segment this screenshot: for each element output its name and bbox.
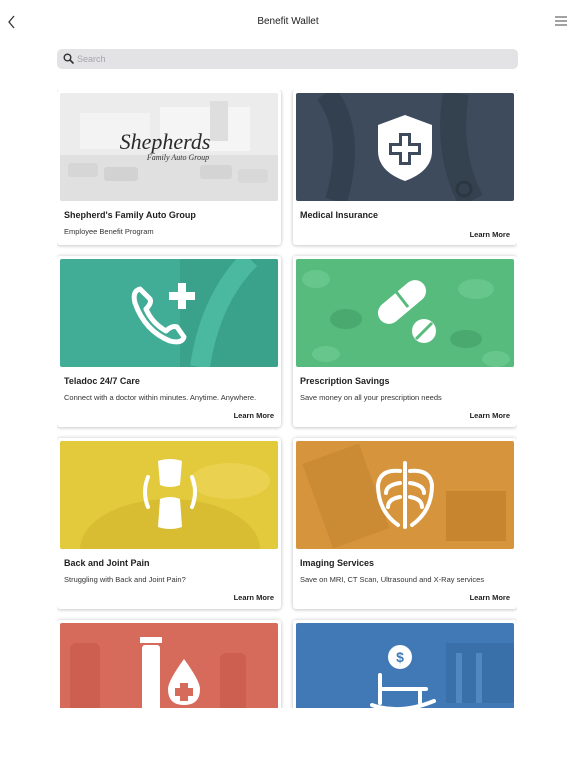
learn-more-link[interactable]: Learn More <box>470 230 510 239</box>
logo-text: Shepherds <box>120 129 211 154</box>
card-description: Employee Benefit Program <box>64 227 154 236</box>
learn-more-link[interactable]: Learn More <box>234 593 274 602</box>
card-image <box>296 259 514 367</box>
learn-more-link[interactable]: Learn More <box>470 593 510 602</box>
benefit-card-shepherds[interactable]: Shepherds Family Auto Group Shepherd's F… <box>57 90 281 245</box>
card-title: Shepherd's Family Auto Group <box>64 210 196 220</box>
card-image <box>60 623 278 708</box>
benefit-card-imaging-services[interactable]: Imaging Services Save on MRI, CT Scan, U… <box>293 438 517 609</box>
card-image <box>60 259 278 367</box>
card-title: Teladoc 24/7 Care <box>64 376 140 386</box>
benefit-card-retirement[interactable]: $ <box>293 620 517 708</box>
learn-more-link[interactable]: Learn More <box>470 411 510 420</box>
app-header: Benefit Wallet <box>0 0 576 44</box>
hamburger-menu-icon[interactable] <box>554 14 568 28</box>
card-title: Medical Insurance <box>300 210 379 220</box>
page-title: Benefit Wallet <box>257 16 319 27</box>
svg-text:$: $ <box>396 649 404 665</box>
card-image: $ <box>296 623 514 708</box>
card-title: Back and Joint Pain <box>64 558 150 568</box>
card-image: Shepherds Family Auto Group <box>60 93 278 201</box>
benefit-card-teladoc[interactable]: Teladoc 24/7 Care Connect with a doctor … <box>57 256 281 427</box>
card-description: Save on MRI, CT Scan, Ultrasound and X-R… <box>300 575 485 584</box>
card-image <box>296 441 514 549</box>
learn-more-link[interactable]: Learn More <box>234 411 274 420</box>
card-image <box>60 441 278 549</box>
logo-subtext: Family Auto Group <box>146 153 209 162</box>
card-description: Connect with a doctor within minutes. An… <box>64 393 257 402</box>
benefit-card-lab-testing[interactable] <box>57 620 281 708</box>
benefit-card-prescription-savings[interactable]: Prescription Savings Save money on all y… <box>293 256 517 427</box>
benefit-grid: Shepherds Family Auto Group Shepherd's F… <box>57 90 517 708</box>
card-title: Imaging Services <box>300 558 375 568</box>
card-description: Struggling with Back and Joint Pain? <box>64 575 186 584</box>
bottom-area <box>0 708 576 768</box>
benefit-card-medical-insurance[interactable]: Medical Insurance Learn More <box>293 90 517 245</box>
card-title: Prescription Savings <box>300 376 390 386</box>
search-icon <box>63 53 74 64</box>
benefit-card-back-joint-pain[interactable]: Back and Joint Pain Struggling with Back… <box>57 438 281 609</box>
card-description: Save money on all your prescription need… <box>300 393 442 402</box>
card-image <box>296 93 514 201</box>
search-bar <box>57 49 518 69</box>
search-input[interactable] <box>77 49 512 69</box>
